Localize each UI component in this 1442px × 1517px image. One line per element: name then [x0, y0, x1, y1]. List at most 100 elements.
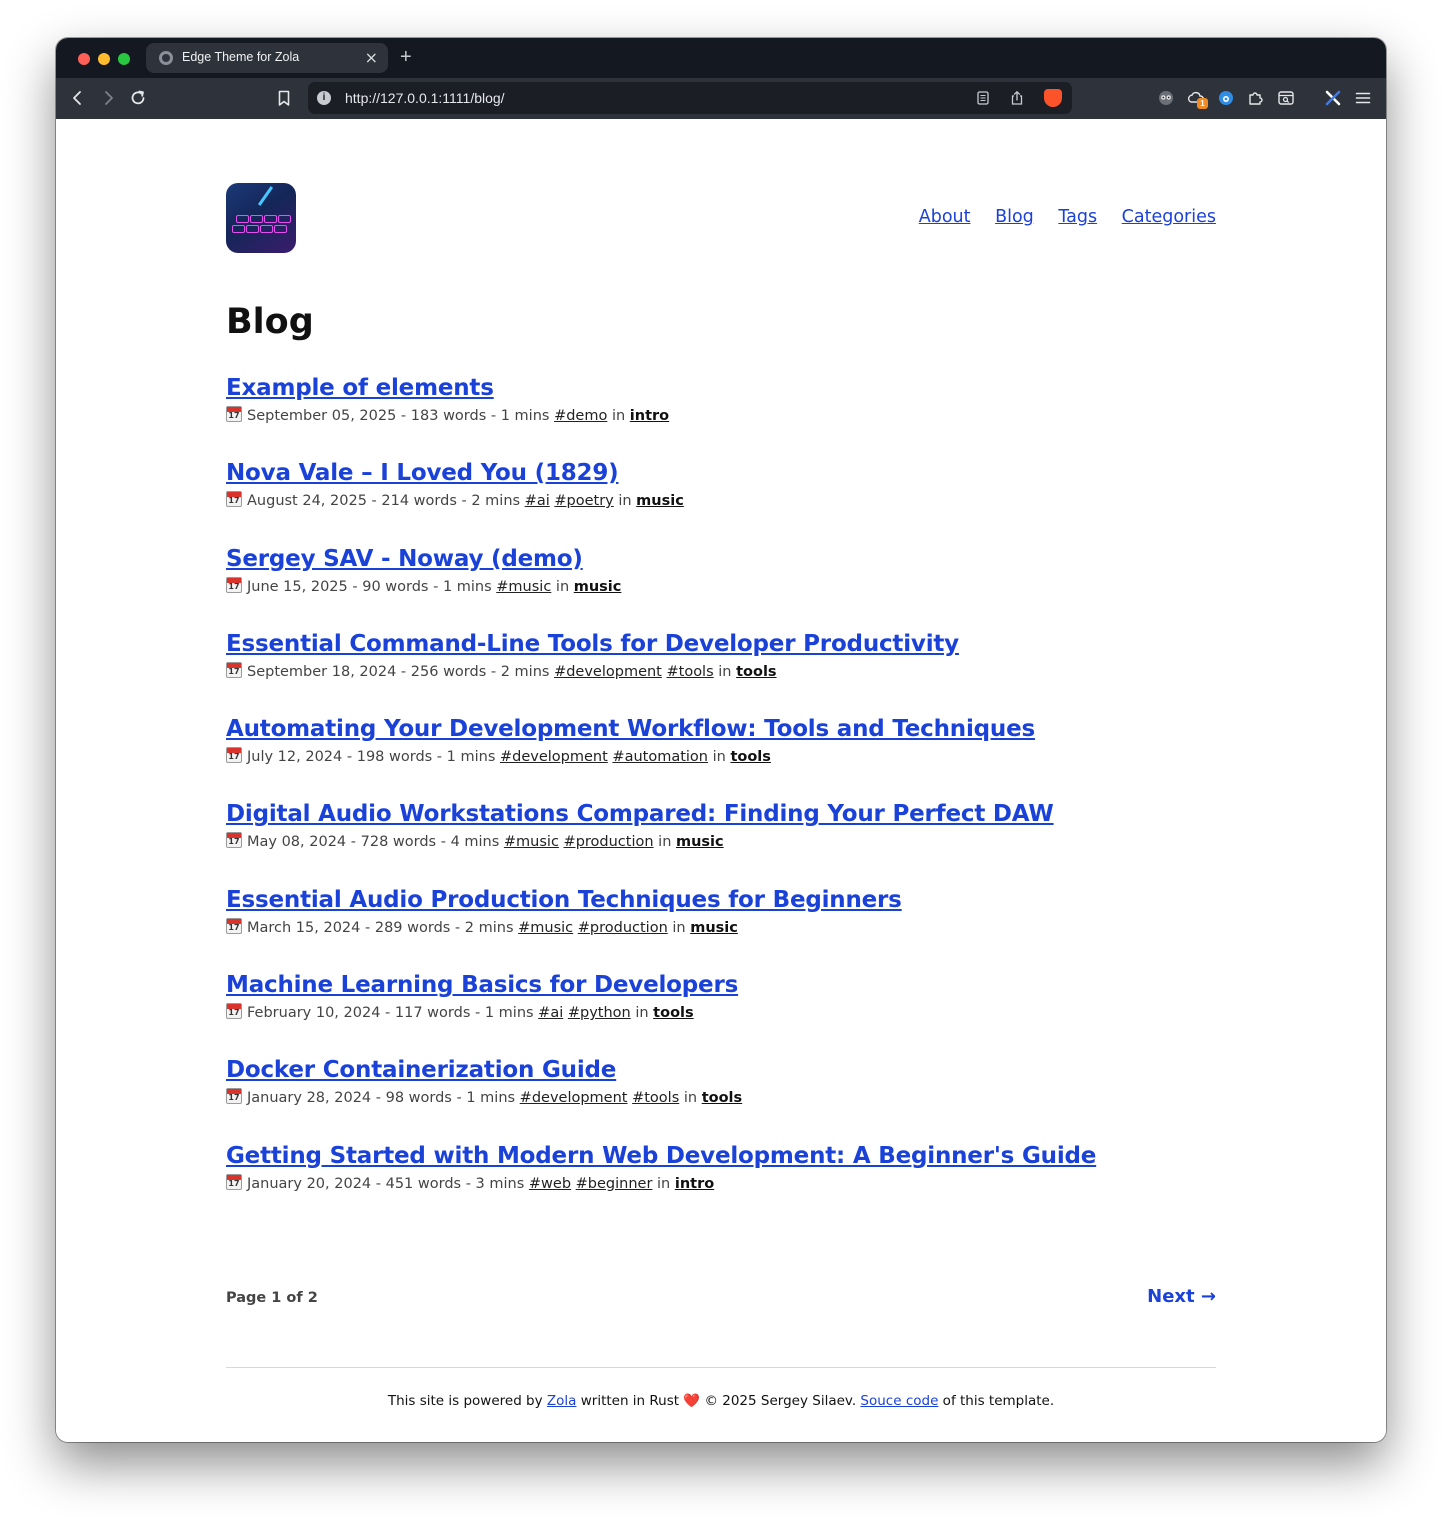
post-tag-link[interactable]: #production: [564, 834, 654, 850]
post-tag-link[interactable]: #beginner: [576, 1176, 653, 1192]
post-title-link[interactable]: Machine Learning Basics for Developers: [226, 970, 738, 1000]
site-info-icon[interactable]: i: [317, 91, 331, 105]
logo-pad: [246, 225, 259, 233]
post-category-link[interactable]: music: [574, 579, 622, 595]
meta-separator: -: [396, 663, 411, 680]
bookmark-icon[interactable]: [274, 88, 294, 108]
post-date: January 28, 2024: [247, 1090, 372, 1107]
post-title-link[interactable]: Essential Command-Line Tools for Develop…: [226, 629, 959, 659]
post-title-link[interactable]: Example of elements: [226, 373, 494, 403]
url-text[interactable]: http://127.0.0.1:1111/blog/: [345, 90, 505, 106]
extensions-puzzle-icon[interactable]: [1246, 88, 1266, 108]
post-category-link[interactable]: music: [690, 920, 738, 936]
extension-blue-icon[interactable]: [1216, 88, 1236, 108]
post-tag-link[interactable]: #ai: [525, 493, 550, 509]
post-title-link[interactable]: Getting Started with Modern Web Developm…: [226, 1141, 1096, 1171]
post-tag-link[interactable]: #demo: [554, 408, 607, 424]
post-title-link[interactable]: Nova Vale – I Loved You (1829): [226, 458, 619, 488]
post-category-link[interactable]: intro: [675, 1176, 714, 1192]
post-title-link[interactable]: Essential Audio Production Techniques fo…: [226, 885, 902, 915]
post-title-link[interactable]: Digital Audio Workstations Compared: Fin…: [226, 799, 1054, 829]
brave-shields-icon[interactable]: [1044, 89, 1062, 107]
post-tag-link[interactable]: #tools: [632, 1090, 679, 1106]
post-read-time: 2 mins: [464, 919, 514, 936]
post-category-link[interactable]: music: [676, 834, 724, 850]
post-date: March 15, 2024: [247, 919, 361, 936]
post-category-link[interactable]: music: [636, 493, 684, 509]
meta-in-label: in: [672, 919, 686, 936]
extension-x-icon[interactable]: [1323, 88, 1343, 108]
post-tag-link[interactable]: #development: [520, 1090, 628, 1106]
post-tag-link[interactable]: #poetry: [554, 493, 613, 509]
post-meta: March 15, 2024 - 289 words - 2 mins #mus…: [226, 917, 1216, 938]
zola-link[interactable]: Zola: [547, 1393, 577, 1409]
next-page-link[interactable]: Next →: [1147, 1286, 1216, 1307]
post-item: Digital Audio Workstations Compared: Fin…: [226, 799, 1216, 884]
post-item: Getting Started with Modern Web Developm…: [226, 1141, 1216, 1226]
calendar-icon: [226, 917, 242, 934]
minimize-window-button[interactable]: [98, 53, 110, 65]
site-logo[interactable]: [226, 183, 296, 253]
post-read-time: 1 mins: [466, 1090, 516, 1107]
source-code-link[interactable]: Souce code: [860, 1393, 938, 1409]
post-title-link[interactable]: Sergey SAV - Noway (demo): [226, 544, 583, 574]
tab-close-button[interactable]: ×: [365, 48, 378, 68]
meta-separator: -: [450, 919, 465, 936]
post-title-link[interactable]: Automating Your Development Workflow: To…: [226, 714, 1035, 744]
post-tag-link[interactable]: #tools: [666, 664, 713, 680]
post-category-link[interactable]: tools: [730, 749, 770, 765]
footer-divider: [226, 1367, 1216, 1368]
address-bar[interactable]: i http://127.0.0.1:1111/blog/: [308, 82, 1072, 114]
nav-about[interactable]: About: [919, 207, 971, 227]
post-tag-link[interactable]: #ai: [538, 1005, 563, 1021]
heart-icon: ❤️: [683, 1393, 701, 1409]
browser-window: Edge Theme for Zola × + i http://127.0.0…: [56, 38, 1386, 1442]
post-tag-link[interactable]: #production: [578, 920, 668, 936]
post-tag-link[interactable]: #automation: [612, 749, 708, 765]
logo-pad: [236, 215, 249, 223]
post-read-time: 1 mins: [446, 749, 496, 766]
meta-separator: -: [451, 1090, 467, 1107]
logo-pad: [260, 225, 273, 233]
meta-in-label: in: [618, 493, 632, 510]
nav-tags[interactable]: Tags: [1058, 207, 1097, 227]
post-item: Machine Learning Basics for Developers Fe…: [226, 970, 1216, 1055]
post-tag-link[interactable]: #python: [568, 1005, 631, 1021]
share-icon[interactable]: [1009, 90, 1025, 106]
post-category-link[interactable]: tools: [702, 1090, 742, 1106]
calendar-icon: [226, 1088, 242, 1105]
logo-pad: [250, 215, 263, 223]
meta-separator: -: [428, 578, 443, 595]
post-category-link[interactable]: tools: [653, 1005, 693, 1021]
reader-mode-icon[interactable]: [975, 90, 991, 106]
extension-owl-icon[interactable]: [1156, 88, 1176, 108]
reload-icon[interactable]: [128, 88, 148, 108]
close-window-button[interactable]: [78, 53, 90, 65]
post-read-time: 4 mins: [450, 834, 500, 851]
logo-pad: [232, 225, 245, 233]
menu-icon[interactable]: [1353, 88, 1373, 108]
forward-icon[interactable]: [98, 88, 118, 108]
post-title-link[interactable]: Docker Containerization Guide: [226, 1055, 616, 1085]
post-tag-link[interactable]: #development: [554, 664, 662, 680]
post-tag-link[interactable]: #music: [518, 920, 573, 936]
post-date: June 15, 2025: [247, 578, 348, 595]
nav-categories[interactable]: Categories: [1122, 207, 1216, 227]
tab-search-icon[interactable]: [1276, 88, 1296, 108]
post-tag-link[interactable]: #music: [496, 579, 551, 595]
post-category-link[interactable]: intro: [630, 408, 669, 424]
site-nav: About Blog Tags Categories: [900, 207, 1216, 227]
post-tag-link[interactable]: #web: [529, 1176, 571, 1192]
nav-blog[interactable]: Blog: [995, 207, 1034, 227]
maximize-window-button[interactable]: [118, 53, 130, 65]
post-item: Docker Containerization Guide January 28,…: [226, 1055, 1216, 1140]
post-tag-link[interactable]: #development: [500, 749, 608, 765]
new-tab-button[interactable]: +: [400, 46, 412, 68]
post-tag-link[interactable]: #music: [504, 834, 559, 850]
meta-separator: -: [461, 1175, 476, 1192]
back-icon[interactable]: [68, 88, 88, 108]
calendar-icon: [226, 1003, 242, 1020]
post-meta: January 20, 2024 - 451 words - 3 mins #w…: [226, 1173, 1216, 1194]
tab-active[interactable]: Edge Theme for Zola ×: [146, 43, 388, 73]
post-category-link[interactable]: tools: [736, 664, 776, 680]
